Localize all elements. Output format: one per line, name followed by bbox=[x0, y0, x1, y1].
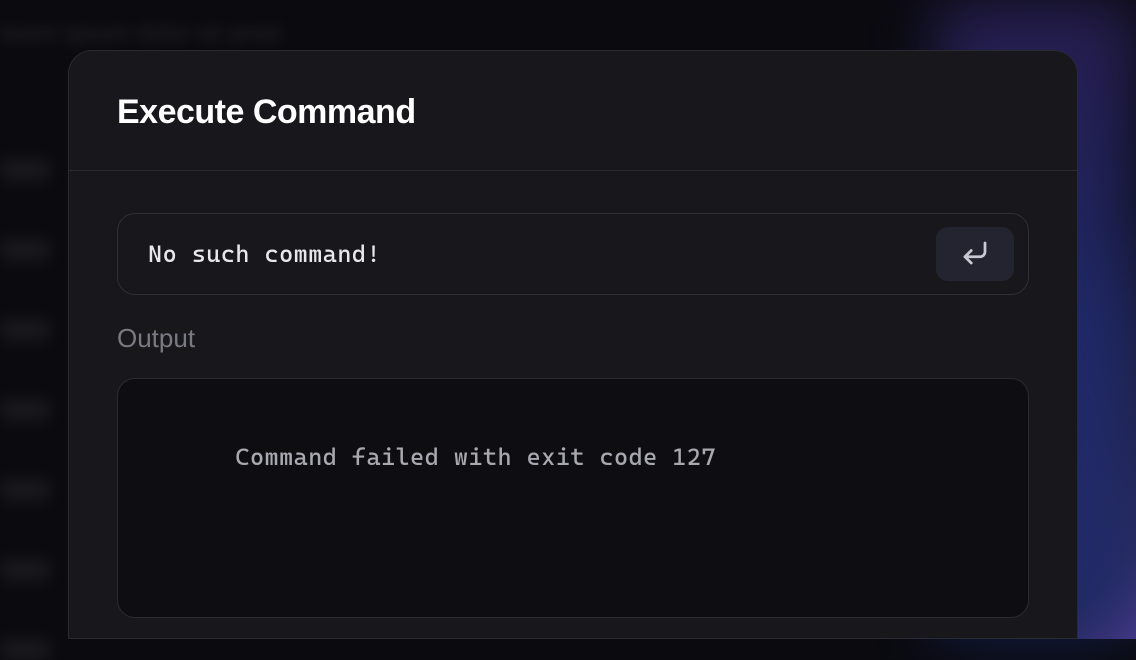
command-input-row bbox=[117, 213, 1029, 295]
command-input[interactable] bbox=[148, 240, 920, 268]
output-text: Command failed with exit code 127 bbox=[235, 443, 716, 471]
submit-button[interactable] bbox=[936, 227, 1014, 281]
enter-icon bbox=[960, 238, 990, 271]
modal-header: Execute Command bbox=[69, 51, 1077, 171]
background-blur-items bbox=[0, 160, 50, 660]
background-blur-text: lorem ipsum dolor sit amet bbox=[0, 20, 281, 48]
execute-command-modal: Execute Command Output Command failed wi… bbox=[68, 50, 1078, 639]
output-label: Output bbox=[117, 323, 1029, 354]
modal-body: Output Command failed with exit code 127 bbox=[69, 171, 1077, 618]
modal-title: Execute Command bbox=[117, 93, 1029, 132]
output-box: Command failed with exit code 127 bbox=[117, 378, 1029, 618]
